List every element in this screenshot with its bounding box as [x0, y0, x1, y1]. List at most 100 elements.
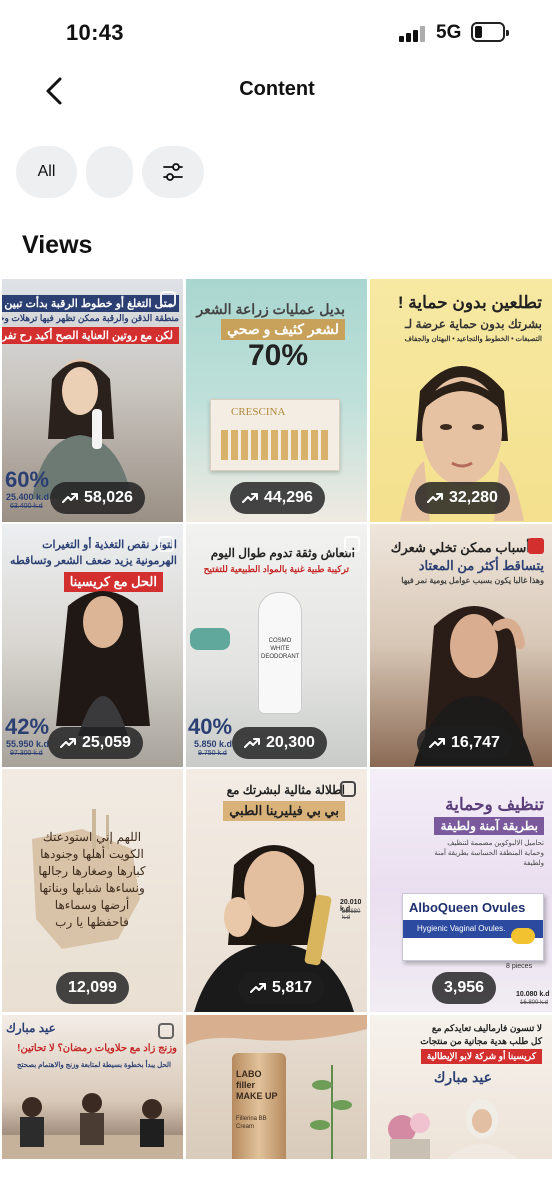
tile-subtext: تحاميل الالبوكوين مصممة لتنظيف وحماية ال… — [434, 840, 544, 867]
trending-up-icon — [242, 493, 258, 503]
tile-headline: تنظيف وحماية — [445, 795, 544, 814]
trending-up-icon — [62, 493, 78, 503]
reel-icon — [344, 536, 360, 552]
section-title: Views — [22, 231, 93, 259]
price-old: 9.750 k.d — [198, 750, 227, 757]
tile-banner: بطريقة آمنة ولطيفة — [434, 817, 544, 835]
filter-chip-empty[interactable] — [86, 146, 133, 198]
page-title: Content — [239, 78, 315, 100]
tile-headline: عيد مبارك — [433, 1069, 492, 1085]
status-time: 10:43 — [66, 20, 124, 45]
tile-headline: عيد مبارك — [6, 1021, 56, 1035]
content-tile[interactable]: LABO filler MAKE UP Fillerina BB Cream — [186, 1015, 367, 1159]
product-subtitle: Fillerina BB Cream — [236, 1116, 267, 1130]
views-count: 20,300 — [232, 727, 327, 759]
views-count: 58,026 — [50, 482, 145, 514]
price-old: 97.300 k.d — [10, 750, 43, 757]
tile-headline: يتساقط أكثر من المعتاد — [418, 558, 544, 573]
content-tile[interactable]: بديل عمليات زراعة الشعر لشعر كثيف و صحي … — [186, 279, 367, 522]
price-now: 25.400 k.d — [6, 492, 50, 502]
views-count-value: 5,817 — [272, 979, 313, 996]
reel-icon — [160, 291, 176, 307]
filter-chip-all-label: All — [37, 163, 56, 180]
tile-headline: تطلعين بدون حماية ! — [397, 293, 542, 312]
reel-icon — [158, 536, 174, 552]
tile-headline: بديل عمليات زراعة الشعر — [196, 301, 345, 317]
reel-icon — [158, 1023, 174, 1039]
content-tile[interactable]: اطلالة مثالية لبشرتك مع بي بي فيليرينا ا… — [186, 769, 367, 1012]
product-bottle: COSMO WHITE DEODORANT — [258, 592, 302, 714]
tile-headline: وهذا غالبا يكون بسبب عوامل يومية نمر فيه… — [401, 576, 544, 585]
trending-up-icon — [250, 983, 266, 993]
tile-headline: التوتر نقص التغذية أو التغيرات — [42, 539, 177, 551]
model-illustration — [56, 591, 150, 736]
product-name: COSMO WHITE DEODORANT — [261, 638, 300, 660]
content-tile[interactable]: عيد مبارك وزنج زاد مع حلاويات رمضان؟ لا … — [2, 1015, 183, 1159]
content-tile[interactable]: اللهم إني استودعتك الكويت أهلها وجنودها … — [2, 769, 183, 1012]
filter-chip-all[interactable]: All — [16, 146, 77, 198]
views-count-value: 16,747 — [451, 734, 500, 751]
tile-banner: متى التغلغ أو خطوط الرقبة بدأت تبين أكثر… — [2, 295, 179, 312]
tile-banner: كريسينا أو شركة لابو الإيطالية — [420, 1049, 542, 1064]
content-tile[interactable]: أسباب ممكن تخلي شعرك يتساقط أكثر من المع… — [370, 524, 552, 767]
tile-banner: تركيبة طبية غنية بالمواد الطبيعية للتفتي… — [203, 564, 349, 574]
family-illustration — [2, 1093, 183, 1159]
poem-text: اللهم إني استودعتك الكويت أهلها وجنودها … — [38, 830, 146, 929]
product-name: CRESCINA — [231, 406, 286, 418]
discount-badge: 60% — [5, 467, 50, 492]
product-name: LABO filler MAKE UP — [236, 1069, 278, 1101]
dumbbell — [190, 628, 230, 650]
product-name: AlboQueen Ovules — [409, 900, 526, 915]
trending-up-icon — [427, 493, 443, 503]
content-tile[interactable]: تنظيف وحماية بطريقة آمنة ولطيفة تحاميل ا… — [370, 769, 552, 1012]
content-tile[interactable]: لا تنسون فارماليف تعايدكم مع كل طلب هدية… — [370, 1015, 552, 1159]
views-count: 16,747 — [417, 727, 512, 759]
trending-up-icon — [244, 738, 260, 748]
badge-mark — [528, 538, 544, 554]
views-count-value: 32,280 — [449, 489, 498, 506]
tile-headline: اطلالة مثالية لبشرتك مع — [226, 783, 345, 797]
plant-illustration — [310, 1065, 352, 1159]
content-grid: متى التغلغ أو خطوط الرقبة بدأت تبين أكثر… — [0, 279, 554, 1200]
trending-up-icon — [60, 738, 76, 748]
tile-headline: التصبغات • الخطوط والتجاعيد • البهتان وا… — [404, 336, 542, 343]
price-old: 16.800 k.d — [520, 1000, 549, 1006]
reel-icon — [340, 781, 356, 797]
content-tile[interactable]: تطلعين بدون حماية ! بشرتك بدون حماية عرض… — [370, 279, 552, 522]
discount-badge: 42% — [5, 714, 50, 739]
views-count-value: 44,296 — [264, 489, 313, 506]
views-count-value: 12,099 — [68, 979, 117, 996]
views-count: 12,099 — [56, 972, 129, 1004]
discount-badge: 40% — [188, 714, 233, 739]
views-count: 5,817 — [238, 972, 325, 1004]
content-tile[interactable]: انتعاش وثقة تدوم طوال اليوم تركيبة طبية … — [186, 524, 367, 767]
status-bar: 10:43 5G — [0, 0, 554, 66]
filter-chips: All — [0, 146, 554, 198]
views-count: 44,296 — [230, 482, 325, 514]
tile-banner: بي بي فيليرينا الطبي — [223, 801, 345, 821]
filter-sliders-icon — [163, 163, 183, 181]
network-type: 5G — [436, 22, 462, 43]
tile-headline: بشرتك بدون حماية عرضة لـ — [404, 317, 542, 331]
views-count-value: 3,956 — [444, 979, 485, 996]
tile-headline: انتعاش وثقة تدوم طوال اليوم — [210, 546, 355, 560]
tile-headline: وزنج زاد مع حلاويات رمضان؟ لا تحاتين! — [17, 1043, 177, 1054]
views-count: 3,956 — [432, 972, 497, 1004]
price-now: 55.950 k.d — [6, 739, 50, 749]
content-tile[interactable]: متى التغلغ أو خطوط الرقبة بدأت تبين أكثر… — [2, 279, 183, 522]
views-count-value: 25,059 — [82, 734, 131, 751]
tile-banner: الحل يبدأ بخطوة بسيطة لمتابعة وزنج والاه… — [16, 1062, 171, 1069]
tile-headline: أسباب ممكن تخلي شعرك — [390, 540, 530, 555]
views-count-value: 20,300 — [266, 734, 315, 751]
views-count: 25,059 — [48, 727, 143, 759]
tile-headline: كل طلب هدية مجانية من منتجات — [420, 1036, 542, 1046]
price-old: 63.400 k.d — [10, 503, 43, 510]
trending-up-icon — [429, 738, 445, 748]
views-count: 32,280 — [415, 482, 510, 514]
signal-icon — [399, 26, 427, 42]
tile-headline: لا تنسون فارماليف تعايدكم مع — [431, 1023, 542, 1033]
product-pieces: 8 pieces — [506, 963, 533, 970]
model-illustration — [388, 1099, 518, 1159]
content-tile[interactable]: التوتر نقص التغذية أو التغيرات الهرمونية… — [2, 524, 183, 767]
filter-settings-button[interactable] — [142, 146, 204, 198]
